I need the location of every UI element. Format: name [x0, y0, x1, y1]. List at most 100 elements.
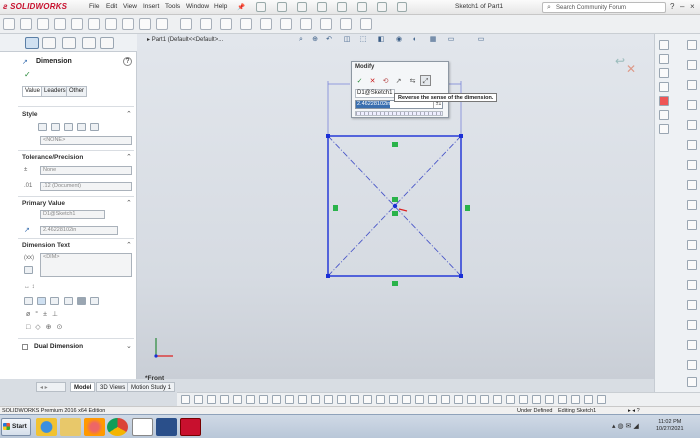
- spline-icon[interactable]: [272, 395, 281, 404]
- forum-icon[interactable]: [659, 124, 669, 134]
- line-tool-icon[interactable]: [687, 60, 697, 70]
- add-parentheses-icon[interactable]: [24, 266, 33, 274]
- solidworks-logo[interactable]: ƨ SOLIDWORKS: [3, 2, 67, 11]
- collapse-icon[interactable]: ⌃: [126, 199, 132, 207]
- open-file-icon[interactable]: [277, 2, 287, 12]
- save-icon[interactable]: [297, 2, 307, 12]
- mark-for-drawing-icon[interactable]: ↗: [393, 75, 404, 86]
- precision-select[interactable]: .12 (Document): [40, 182, 132, 191]
- circle-icon[interactable]: [71, 18, 83, 30]
- sketch-tool-icon[interactable]: [687, 40, 697, 50]
- dimxpert-tab-icon[interactable]: [82, 37, 96, 49]
- spline-tool-icon[interactable]: [687, 160, 697, 170]
- style-select[interactable]: <NONE>: [40, 136, 132, 145]
- file-explorer-icon[interactable]: [60, 418, 81, 436]
- polygon-icon[interactable]: [259, 395, 268, 404]
- midpoint-relation-icon[interactable]: [392, 211, 398, 216]
- arc-tool-icon[interactable]: [687, 120, 697, 130]
- pattern-tool-icon[interactable]: [687, 360, 697, 370]
- menu-view[interactable]: View: [123, 3, 137, 10]
- align-middle-icon[interactable]: [77, 297, 86, 305]
- modify-spin-button[interactable]: ±1: [433, 101, 443, 108]
- corner-point[interactable]: [326, 134, 330, 138]
- rotate-icon[interactable]: [441, 395, 450, 404]
- dimension-text-field[interactable]: <DIM>: [40, 253, 132, 277]
- copy-icon[interactable]: [467, 395, 476, 404]
- solidworks-taskbar-icon[interactable]: [180, 418, 201, 436]
- ok-check-icon[interactable]: ✓: [24, 70, 31, 79]
- horizontal-relation-icon[interactable]: [392, 142, 398, 147]
- file-explorer-icon[interactable]: [659, 68, 669, 78]
- arc-icon[interactable]: [246, 395, 255, 404]
- move-icon[interactable]: [428, 395, 437, 404]
- quick-snaps-icon[interactable]: [220, 18, 232, 30]
- menu-edit[interactable]: Edit: [106, 3, 117, 10]
- collapse-icon[interactable]: ⌃: [126, 110, 132, 118]
- symbol-row-1-icon[interactable]: ø°±⊥: [26, 310, 63, 318]
- configuration-tab-icon[interactable]: [62, 37, 76, 49]
- slot-icon[interactable]: [285, 395, 294, 404]
- feature-tree-tab-icon[interactable]: [42, 37, 56, 49]
- extend-tool-icon[interactable]: [687, 300, 697, 310]
- sketch-picture-icon[interactable]: [584, 395, 593, 404]
- pin-icon[interactable]: 📌: [237, 3, 245, 11]
- expand-icon[interactable]: ⌄: [126, 342, 132, 350]
- circular-pattern-icon[interactable]: [415, 395, 424, 404]
- tab-nav-arrows-icon[interactable]: ◂ ▸: [36, 382, 66, 392]
- mirror-icon[interactable]: [156, 18, 168, 30]
- sketch-tool-icon[interactable]: [3, 18, 15, 30]
- modify-name-field[interactable]: D1@Sketch1: [355, 89, 395, 98]
- extend-icon[interactable]: [363, 395, 372, 404]
- new-file-icon[interactable]: [256, 2, 266, 12]
- corner-point[interactable]: [459, 134, 463, 138]
- plane-tool-icon[interactable]: [687, 220, 697, 230]
- mirror-tool-icon[interactable]: [687, 340, 697, 350]
- convert-entities-icon[interactable]: [340, 18, 352, 30]
- chrome-icon[interactable]: [107, 418, 128, 436]
- thumbwheel[interactable]: [355, 111, 443, 116]
- offset-icon[interactable]: [376, 395, 385, 404]
- point-tool-icon[interactable]: [687, 260, 697, 270]
- solidworks-resources-icon[interactable]: [659, 40, 669, 50]
- move-tool-icon[interactable]: [687, 377, 697, 387]
- reverse-sense-icon[interactable]: ⤢: [420, 75, 431, 86]
- point-icon[interactable]: [324, 395, 333, 404]
- repair-icon[interactable]: [200, 18, 212, 30]
- rectangle-icon[interactable]: [54, 18, 66, 30]
- modify-dialog[interactable]: Modify ✓ ✕ ⟲ ↗ ⇆ ⤢ D1@Sketch1 2.46228102…: [351, 61, 449, 118]
- help-icon[interactable]: ?: [670, 2, 674, 11]
- sketch-icon[interactable]: [181, 395, 190, 404]
- fillet-icon[interactable]: [298, 395, 307, 404]
- options-icon[interactable]: [397, 2, 407, 12]
- dual-dimension-checkbox[interactable]: [22, 344, 28, 350]
- dimension-icon[interactable]: [506, 395, 515, 404]
- tab-other[interactable]: Other: [66, 86, 88, 97]
- align-top-icon[interactable]: [64, 297, 73, 305]
- tab-model[interactable]: Model: [70, 382, 96, 392]
- justify-left-icon[interactable]: [24, 297, 33, 305]
- property-manager-tab-icon[interactable]: [25, 37, 39, 49]
- design-library-icon[interactable]: [659, 54, 669, 64]
- menu-window[interactable]: Window: [186, 3, 209, 10]
- menu-file[interactable]: File: [89, 3, 99, 10]
- delete-style-icon[interactable]: [77, 123, 86, 131]
- section-primary-value[interactable]: Primary Value: [22, 200, 65, 207]
- menu-help[interactable]: Help: [214, 3, 227, 10]
- line-icon[interactable]: [207, 395, 216, 404]
- primary-name-field[interactable]: D1@Sketch1: [40, 210, 105, 219]
- polygon-tool-icon[interactable]: [687, 140, 697, 150]
- check-sketch-icon[interactable]: [558, 395, 567, 404]
- ellipse-tool-icon[interactable]: [687, 180, 697, 190]
- offset-tool-icon[interactable]: [687, 320, 697, 330]
- horizontal-relation-icon[interactable]: [392, 281, 398, 286]
- section-dimension-text[interactable]: Dimension Text: [22, 242, 70, 249]
- relations-icon[interactable]: [180, 18, 192, 30]
- mirror-icon[interactable]: [389, 395, 398, 404]
- add-style-icon[interactable]: [51, 123, 60, 131]
- tray-icons[interactable]: ▴ ◍ ✉ ◢: [612, 422, 639, 430]
- relations-icon[interactable]: [493, 395, 502, 404]
- select-icon[interactable]: [357, 2, 367, 12]
- custom-properties-icon[interactable]: [659, 110, 669, 120]
- collapse-icon[interactable]: ⌃: [126, 153, 132, 161]
- grid-icon[interactable]: [519, 395, 528, 404]
